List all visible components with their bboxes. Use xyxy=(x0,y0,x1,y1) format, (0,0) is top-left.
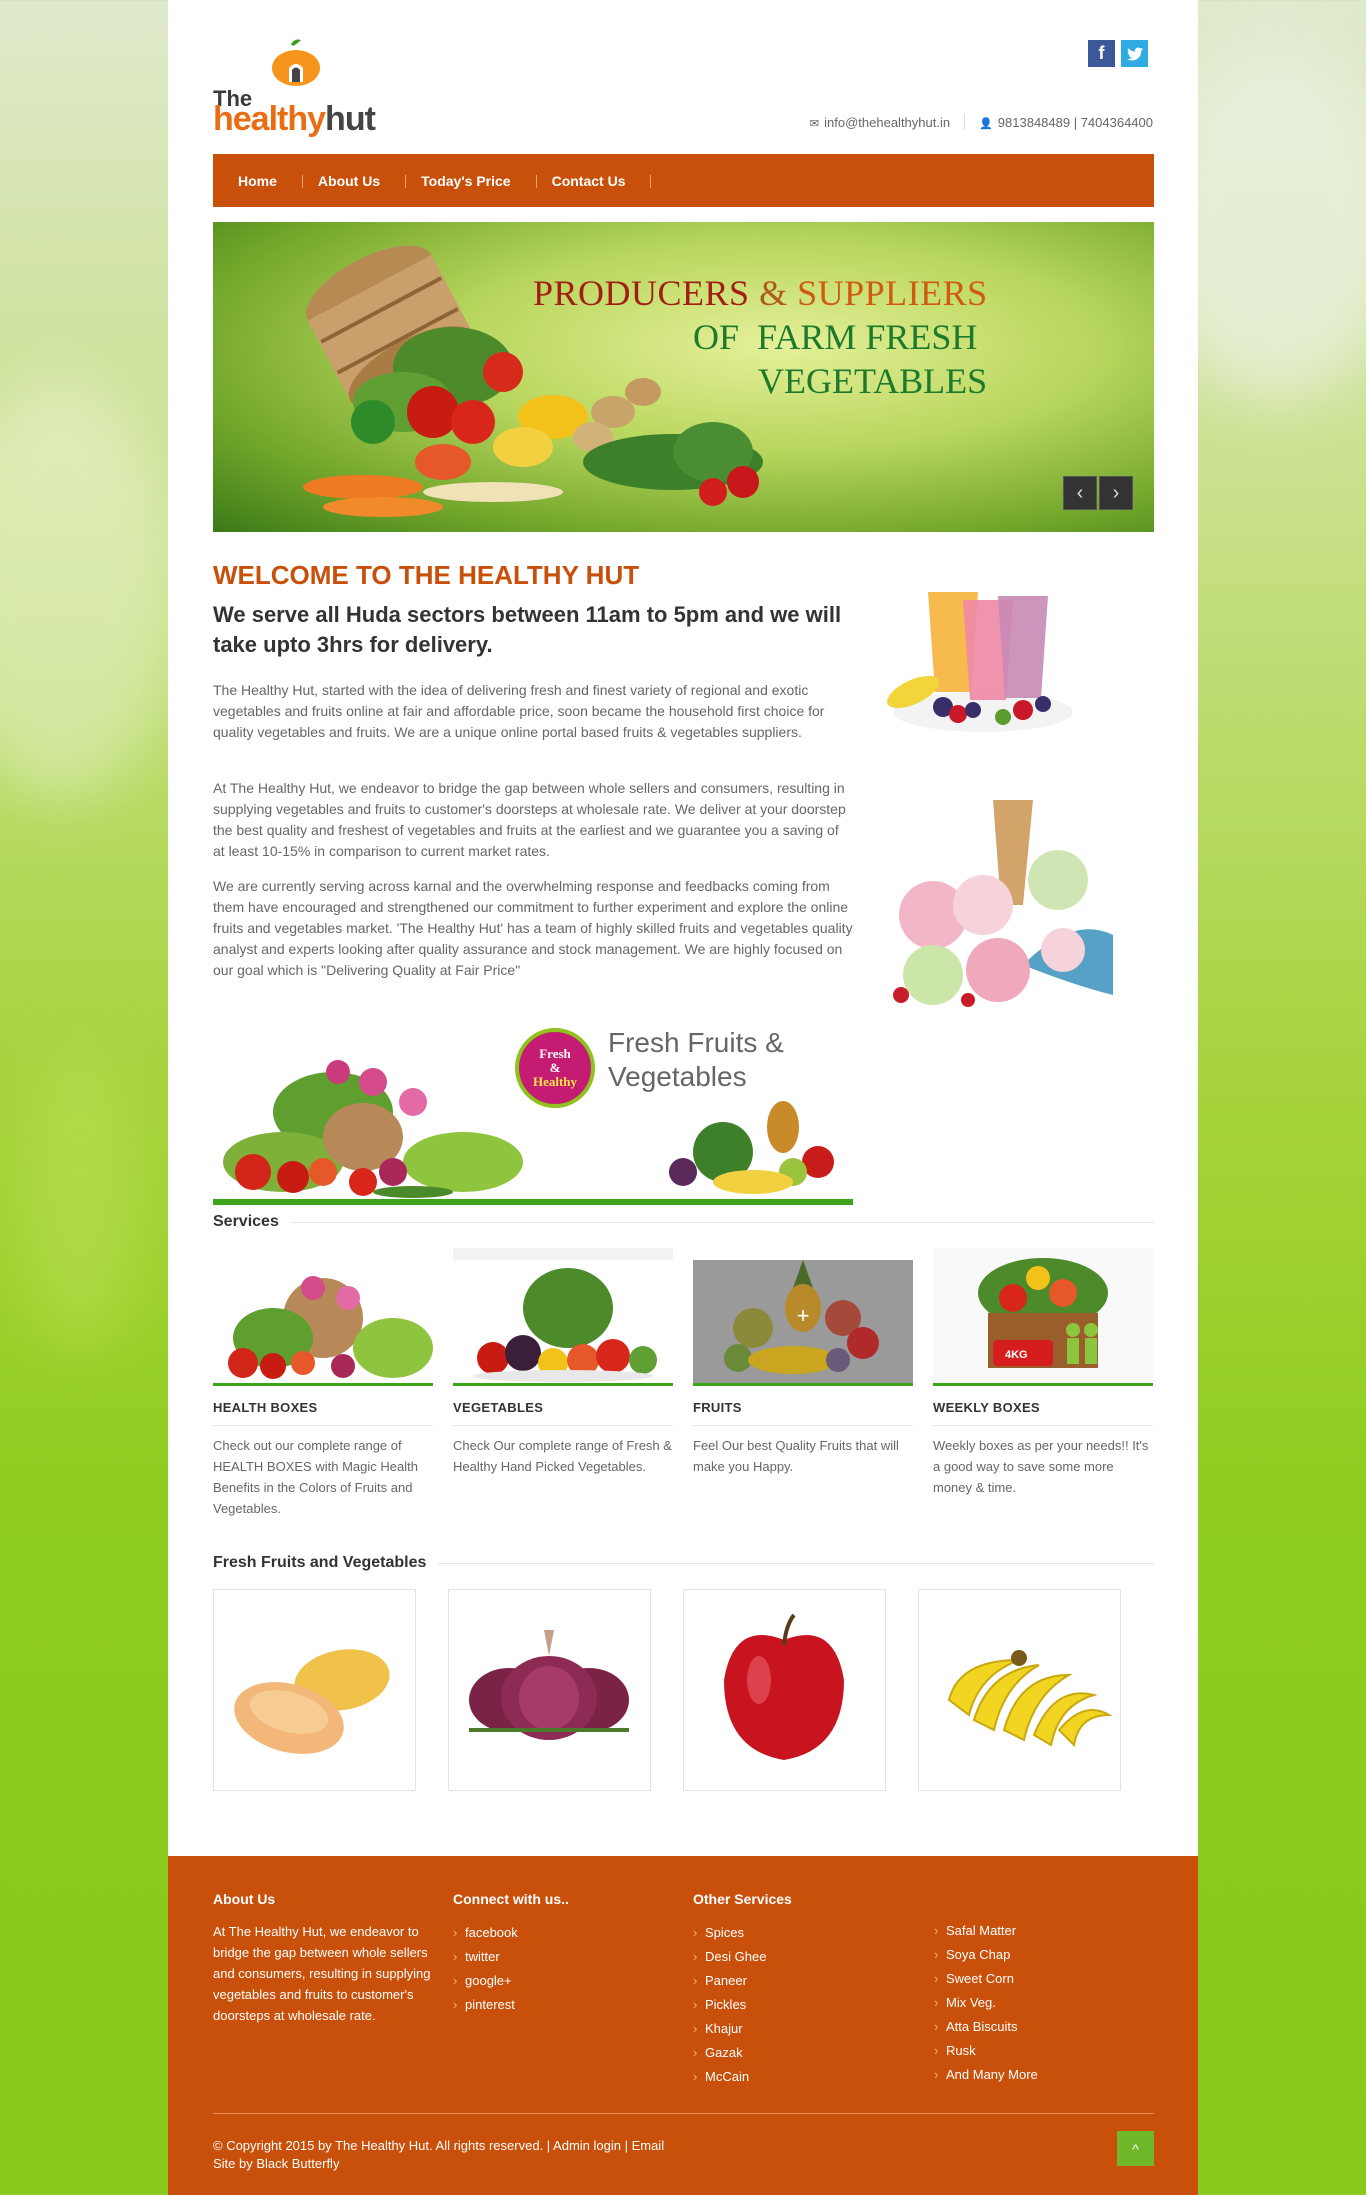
site-footer: About Us At The Healthy Hut, we endeavor… xyxy=(168,1856,1198,2195)
footer-service-link[interactable]: Spices xyxy=(693,1921,792,1945)
welcome-paragraph-1: The Healthy Hut, started with the idea o… xyxy=(213,682,825,740)
banner-title: Fresh Fruits & Vegetables xyxy=(608,1027,784,1092)
footer-service-link[interactable]: Sweet Corn xyxy=(934,1967,1038,1991)
vegetables-image xyxy=(453,1248,673,1383)
slider-heading-line2: OF FARM FRESH xyxy=(693,317,978,357)
social-links: f xyxy=(1088,40,1148,67)
service-title: FRUITS xyxy=(693,1400,742,1415)
footer-link-twitter[interactable]: twitter xyxy=(453,1945,569,1969)
service-title: HEALTH BOXES xyxy=(213,1400,318,1415)
hero-slider: PRODUCERS & SUPPLIERS OF FARM FRESH VEGE… xyxy=(213,222,1154,532)
logo-wordmark: healthyhut xyxy=(213,100,376,138)
main-nav: Home About Us Today's Price Contact Us xyxy=(213,154,1154,207)
banana-image xyxy=(947,1650,1113,1748)
smoothies-image xyxy=(887,592,1073,732)
weekly-boxes-image: 4KG xyxy=(933,1248,1153,1383)
service-vegetables[interactable]: VEGETABLES Check Our complete range of F… xyxy=(453,1248,673,1477)
footer-about-text: At The Healthy Hut, we endeavor to bridg… xyxy=(213,1924,431,2023)
facebook-icon[interactable]: f xyxy=(1088,40,1115,67)
header-contact: ✉ info@thehealthyhut.in 👤 9813848489 | 740… xyxy=(810,114,1153,130)
footer-services-b: Safal Matter Soya Chap Sweet Corn Mix Ve… xyxy=(934,1905,1038,2087)
footer-connect: Connect with us.. facebook twitter googl… xyxy=(453,1891,569,2017)
vegetable-basket-image xyxy=(303,245,763,517)
footer-service-link[interactable]: Safal Matter xyxy=(934,1919,1038,1943)
apple-image xyxy=(724,1613,844,1760)
service-title: WEEKLY BOXES xyxy=(933,1400,1040,1415)
footer-service-link[interactable]: Khajur xyxy=(693,2017,792,2041)
footer-service-link[interactable]: Gazak xyxy=(693,2041,792,2065)
footer-service-link[interactable]: Atta Biscuits xyxy=(934,2015,1038,2039)
phone-contact: 👤 9813848489 | 7404364400 xyxy=(979,114,1153,130)
envelope-icon: ✉ xyxy=(809,117,820,130)
footer-copyright: © Copyright 2015 by The Healthy Hut. All… xyxy=(213,2138,665,2173)
health-boxes-image xyxy=(213,1248,433,1383)
footer-services-title: Other Services xyxy=(693,1891,792,1907)
footer-service-link[interactable]: Soya Chap xyxy=(934,1943,1038,1967)
product-onion[interactable] xyxy=(448,1589,651,1791)
nav-todays-price[interactable]: Today's Price xyxy=(406,173,538,189)
service-title: VEGETABLES xyxy=(453,1400,544,1415)
footer-link-google-plus[interactable]: google+ xyxy=(453,1969,569,1993)
footer-service-link[interactable]: Rusk xyxy=(934,2039,1038,2063)
footer-service-link[interactable]: Mix Veg. xyxy=(934,1991,1038,2015)
service-text: Weekly boxes as per your needs!! It's a … xyxy=(933,1438,1149,1495)
service-text: Check Our complete range of Fresh & Heal… xyxy=(453,1438,672,1474)
footer-services-a: Other Services Spices Desi Ghee Paneer P… xyxy=(693,1891,792,2089)
welcome-title: WELCOME TO THE HEALTHY HUT xyxy=(213,560,640,590)
slider-next-button[interactable]: › xyxy=(1099,476,1133,510)
fresh-fruits-banner: Fresh & Healthy Fresh Fruits & Vegetable… xyxy=(213,1022,853,1205)
user-icon: 👤 xyxy=(979,117,993,130)
service-fruits[interactable]: + FRUITS Feel Our best Quality Fruits th… xyxy=(693,1248,913,1477)
footer-service-link[interactable]: Paneer xyxy=(693,1969,792,1993)
plus-icon[interactable]: + xyxy=(693,1248,913,1383)
service-weekly-boxes[interactable]: 4KG WEEKLY BOXES Weekly boxes as per you… xyxy=(933,1248,1153,1498)
service-text: Feel Our best Quality Fruits that will m… xyxy=(693,1438,899,1474)
background-blur xyxy=(0,380,180,800)
service-text: Check out our complete range of HEALTH B… xyxy=(213,1438,418,1516)
footer-link-pinterest[interactable]: pinterest xyxy=(453,1993,569,2017)
back-to-top-button[interactable]: ^ xyxy=(1117,2131,1154,2166)
footer-credit[interactable]: Site by Black Butterfly xyxy=(213,2155,664,2173)
welcome-subtitle: We serve all Huda sectors between 11am t… xyxy=(213,602,842,657)
twitter-icon[interactable] xyxy=(1121,40,1148,67)
slider-heading-line1: PRODUCERS & SUPPLIERS xyxy=(533,273,988,313)
footer-divider xyxy=(213,2113,1154,2114)
services-heading: Services xyxy=(213,1213,1154,1231)
welcome-paragraph-2: At The Healthy Hut, we endeavor to bridg… xyxy=(213,780,846,859)
background-blur xyxy=(20,1050,140,1350)
product-apple[interactable] xyxy=(683,1589,886,1791)
footer-link-facebook[interactable]: facebook xyxy=(453,1921,569,1945)
email-contact[interactable]: ✉ info@thehealthyhut.in xyxy=(810,115,950,130)
service-health-boxes[interactable]: HEALTH BOXES Check out our complete rang… xyxy=(213,1248,433,1519)
banner-bar xyxy=(213,1199,853,1205)
page-container: The healthyhut f ✉ info@thehealthyhut.in … xyxy=(168,0,1198,2195)
footer-about-title: About Us xyxy=(213,1891,276,1907)
footer-service-link[interactable]: McCain xyxy=(693,2065,792,2089)
footer-about: About Us At The Healthy Hut, we endeavor… xyxy=(213,1891,433,2026)
nav-contact-us[interactable]: Contact Us xyxy=(537,173,652,189)
box-weight-label: 4KG xyxy=(1005,1349,1028,1361)
product-banana[interactable] xyxy=(918,1589,1121,1791)
nav-home[interactable]: Home xyxy=(223,173,303,189)
onion-image xyxy=(469,1630,629,1740)
nav-about-us[interactable]: About Us xyxy=(303,173,407,189)
site-logo[interactable]: The healthyhut xyxy=(213,38,403,142)
products-heading: Fresh Fruits and Vegetables xyxy=(213,1554,1154,1572)
fruits-image: + xyxy=(693,1248,913,1383)
divider xyxy=(964,114,966,130)
slider-heading-line3: VEGETABLES xyxy=(758,361,988,401)
footer-service-link[interactable]: Desi Ghee xyxy=(693,1945,792,1969)
orange-hut-icon xyxy=(272,39,320,86)
footer-connect-title: Connect with us.. xyxy=(453,1891,569,1907)
mango-image xyxy=(234,1649,390,1754)
ice-cream-image xyxy=(873,795,1113,1015)
fresh-healthy-badge: Fresh & Healthy xyxy=(515,1028,595,1108)
footer-service-link[interactable]: Pickles xyxy=(693,1993,792,2017)
footer-service-link[interactable]: And Many More xyxy=(934,2063,1038,2087)
welcome-paragraph-3: We are currently serving across karnal a… xyxy=(213,878,853,978)
slider-prev-button[interactable]: ‹ xyxy=(1063,476,1097,510)
product-mango[interactable] xyxy=(213,1589,416,1791)
